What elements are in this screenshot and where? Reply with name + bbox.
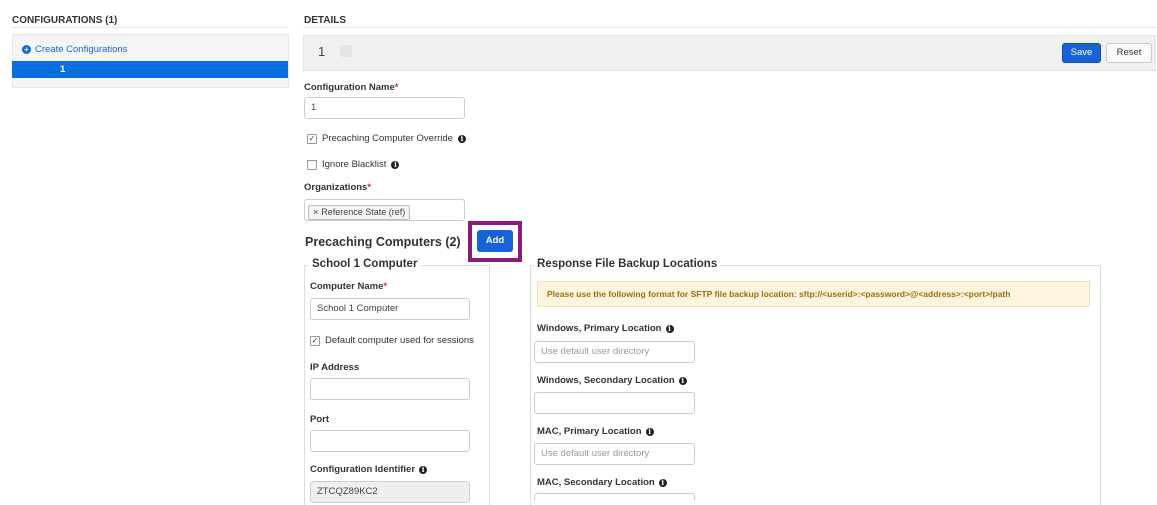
mac-primary-input[interactable]: Use default user directory [534, 443, 695, 465]
create-configurations-link[interactable]: + Create Configurations [22, 44, 127, 55]
backup-legend: Response File Backup Locations [534, 258, 721, 270]
configuration-name-input[interactable]: 1 [304, 97, 465, 119]
info-icon[interactable]: i [678, 376, 687, 385]
configuration-name-label: Configuration Name* [304, 82, 398, 93]
configuration-item-1[interactable]: 1 [12, 61, 288, 78]
required-mark: * [394, 82, 399, 93]
ignore-blacklist-checkbox[interactable] [307, 159, 317, 170]
configuration-identifier-label: Configuration Identifier i [310, 464, 428, 475]
info-icon[interactable]: i [391, 160, 400, 169]
default-computer-checkbox[interactable]: ✓ [310, 335, 320, 346]
details-toolbar [303, 35, 1156, 71]
info-icon[interactable]: i [645, 427, 654, 436]
mac-primary-label-text: MAC, Primary Location [537, 426, 642, 437]
add-computer-button[interactable]: Add [477, 230, 513, 252]
windows-secondary-label: Windows, Secondary Location i [537, 375, 687, 386]
computer-name-label: Computer Name* [310, 281, 387, 292]
ip-address-input[interactable] [310, 378, 470, 400]
save-button[interactable]: Save [1062, 43, 1101, 63]
organizations-label: Organizations* [304, 182, 371, 193]
computer-name-input[interactable]: School 1 Computer [310, 298, 470, 320]
details-divider [303, 27, 1156, 28]
configuration-item-label: 1 [60, 64, 66, 75]
info-icon[interactable]: i [419, 465, 428, 474]
configuration-number: 1 [318, 44, 326, 59]
required-mark: * [383, 281, 388, 292]
organization-tag-label: Reference State (ref) [321, 207, 406, 217]
configuration-identifier-label-text: Configuration Identifier [310, 464, 416, 475]
configuration-status-indicator [340, 45, 352, 57]
plus-circle-icon: + [22, 45, 31, 54]
details-title: DETAILS [304, 15, 347, 26]
default-computer-label: Default computer used for sessions [325, 335, 474, 346]
mac-secondary-label-text: MAC, Secondary Location [537, 477, 655, 488]
reset-button[interactable]: Reset [1106, 43, 1152, 63]
info-icon[interactable]: i [457, 134, 466, 143]
windows-primary-label: Windows, Primary Location i [537, 323, 674, 334]
computer-name-label-text: Computer Name [310, 281, 384, 292]
mac-secondary-input[interactable] [534, 493, 695, 500]
mac-primary-label: MAC, Primary Location i [537, 426, 654, 437]
default-computer-row: ✓ Default computer used for sessions [310, 335, 474, 346]
ignore-blacklist-label: Ignore Blacklist [322, 159, 387, 170]
create-configurations-label: Create Configurations [35, 44, 128, 55]
precaching-computers-title: Precaching Computers (2) [305, 235, 461, 249]
computer-legend: School 1 Computer [309, 258, 421, 270]
windows-primary-input[interactable]: Use default user directory [534, 341, 695, 363]
organization-tag: × Reference State (ref) [308, 205, 411, 220]
ip-address-label: IP Address [310, 362, 360, 373]
windows-secondary-label-text: Windows, Secondary Location [537, 375, 675, 386]
precaching-override-checkbox[interactable]: ✓ [307, 133, 317, 144]
organizations-label-text: Organizations [304, 182, 368, 193]
port-label: Port [310, 414, 329, 425]
sftp-format-notice: Please use the following format for SFTP… [537, 281, 1090, 307]
port-input[interactable] [310, 430, 470, 452]
mac-secondary-label: MAC, Secondary Location i [537, 477, 667, 488]
precaching-override-label: Precaching Computer Override [322, 133, 453, 144]
info-icon[interactable]: i [665, 324, 674, 333]
ignore-blacklist-row: Ignore Blacklist i [307, 159, 400, 170]
organizations-select[interactable]: × Reference State (ref) [304, 199, 465, 221]
info-icon[interactable]: i [658, 478, 667, 487]
required-mark: * [367, 182, 372, 193]
configuration-name-label-text: Configuration Name [304, 82, 395, 93]
remove-tag-icon[interactable]: × [313, 206, 318, 219]
precaching-override-row: ✓ Precaching Computer Override i [307, 133, 466, 144]
configurations-title: CONFIGURATIONS (1) [12, 15, 118, 26]
windows-secondary-input[interactable] [534, 392, 695, 414]
left-divider [12, 27, 288, 28]
windows-primary-label-text: Windows, Primary Location [537, 323, 662, 334]
